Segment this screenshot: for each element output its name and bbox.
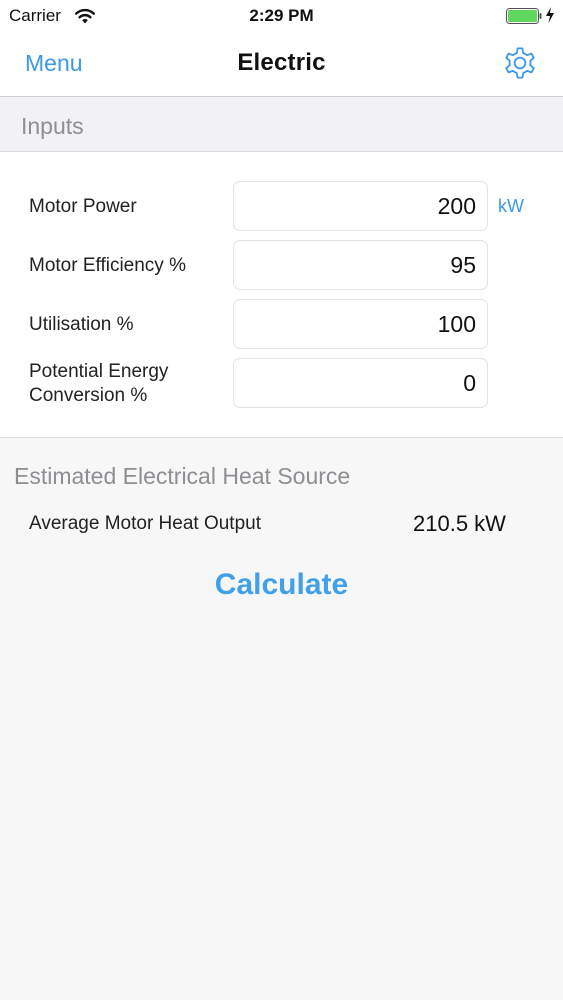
motor-power-label: Motor Power: [29, 196, 137, 217]
gear-icon[interactable]: [500, 43, 540, 83]
charging-bolt-icon: [546, 7, 554, 23]
status-bar: Carrier 2:29 PM: [0, 0, 563, 32]
battery-charging-icon: [506, 8, 542, 24]
potential-energy-label: Potential Energy Conversion %: [29, 360, 168, 408]
heat-output-value: 210.5 kW: [413, 511, 506, 536]
page-title: Electric: [237, 49, 326, 76]
screen: Carrier 2:29 PM Menu Electric Inputs Mot…: [0, 0, 563, 1000]
navigation-bar: Menu Electric: [0, 32, 563, 97]
motor-power-unit: kW: [498, 196, 524, 216]
motor-efficiency-label: Motor Efficiency %: [29, 255, 186, 276]
utilisation-field[interactable]: 100: [233, 299, 488, 349]
inputs-panel: Motor Power 200 kW Motor Efficiency % 95…: [0, 152, 563, 438]
potential-energy-label-line1: Potential Energy: [29, 361, 169, 382]
heat-output-label: Average Motor Heat Output: [29, 513, 261, 534]
motor-efficiency-field[interactable]: 95: [233, 240, 488, 290]
potential-energy-label-line2: Conversion %: [29, 385, 148, 406]
inputs-section-header: Inputs: [0, 97, 563, 152]
motor-power-field[interactable]: 200: [233, 181, 488, 231]
calculate-button[interactable]: Calculate: [0, 563, 563, 607]
estimated-section-header: Estimated Electrical Heat Source: [14, 463, 351, 489]
potential-energy-field[interactable]: 0: [233, 358, 488, 408]
status-time: 2:29 PM: [249, 6, 314, 25]
utilisation-label: Utilisation %: [29, 314, 134, 335]
